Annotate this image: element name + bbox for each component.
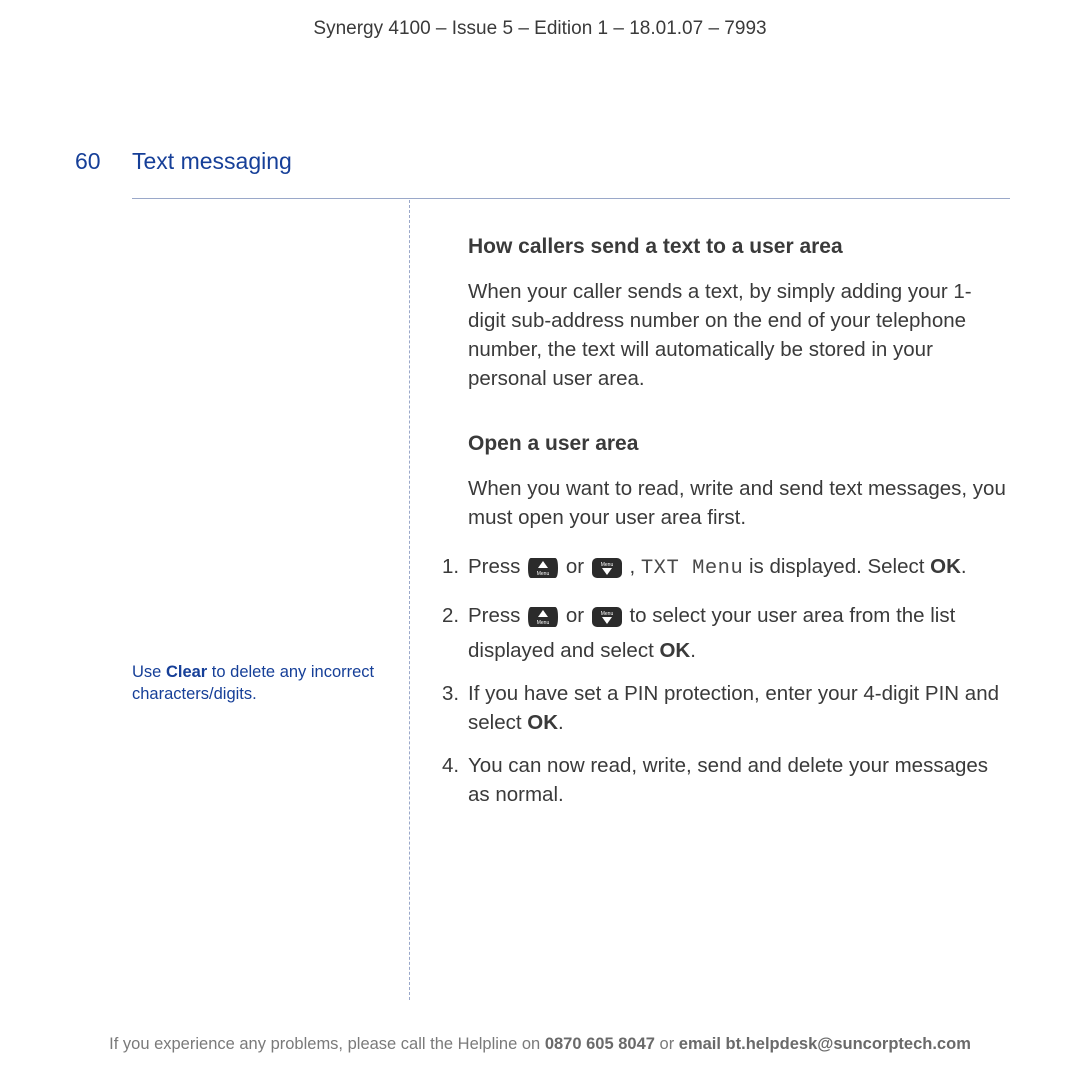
main-content: How callers send a text to a user area W… (468, 232, 1008, 823)
text: Press (468, 555, 526, 578)
menu-down-button-icon: Menu (592, 606, 622, 636)
svg-text:Menu: Menu (537, 571, 550, 577)
horizontal-rule (132, 198, 1010, 199)
margin-note-pre: Use (132, 663, 166, 681)
text: . (558, 711, 564, 734)
step-number: 4. (442, 751, 459, 780)
text: , (629, 555, 640, 578)
ok-label: OK (527, 711, 558, 734)
footer-pre: If you experience any problems, please c… (109, 1035, 545, 1053)
step-4: 4. You can now read, write, send and del… (468, 751, 1008, 809)
ok-label: OK (930, 555, 961, 578)
step-number: 3. (442, 679, 459, 708)
menu-up-button-icon: Menu (528, 557, 558, 587)
page-footer: If you experience any problems, please c… (0, 1035, 1080, 1054)
text: . (690, 639, 696, 662)
step-number: 1. (442, 552, 459, 581)
display-text: TXT Menu (641, 557, 743, 580)
footer-phone: 0870 605 8047 (545, 1035, 655, 1053)
step-number: 2. (442, 601, 459, 630)
margin-note-clear: Clear (166, 663, 207, 681)
page-number: 60 (75, 148, 101, 175)
margin-note: Use Clear to delete any incorrect charac… (132, 661, 390, 705)
document-header: Synergy 4100 – Issue 5 – Edition 1 – 18.… (0, 18, 1080, 40)
menu-down-button-icon: Menu (592, 557, 622, 587)
footer-email: email bt.helpdesk@suncorptech.com (679, 1035, 971, 1053)
step-2: 2. Press Menu or Menu (468, 601, 1008, 665)
footer-mid: or (655, 1035, 679, 1053)
step-3: 3. If you have set a PIN protection, ent… (468, 679, 1008, 737)
section-title: Text messaging (132, 148, 292, 175)
text: is displayed. Select (743, 555, 930, 578)
subheading-callers: How callers send a text to a user area (468, 232, 1008, 261)
text: or (566, 604, 590, 627)
step-1: 1. Press Menu or Menu (468, 552, 1008, 587)
svg-text:Menu: Menu (600, 562, 613, 568)
svg-text:Menu: Menu (600, 611, 613, 617)
text: You can now read, write, send and delete… (468, 754, 988, 806)
svg-text:Menu: Menu (537, 620, 550, 626)
paragraph-callers: When your caller sends a text, by simply… (468, 277, 1008, 393)
menu-up-button-icon: Menu (528, 606, 558, 636)
paragraph-open-intro: When you want to read, write and send te… (468, 474, 1008, 532)
text: Press (468, 604, 526, 627)
column-divider (409, 200, 410, 1000)
subheading-open-area: Open a user area (468, 429, 1008, 458)
text: . (961, 555, 967, 578)
ok-label: OK (659, 639, 690, 662)
text: or (566, 555, 590, 578)
